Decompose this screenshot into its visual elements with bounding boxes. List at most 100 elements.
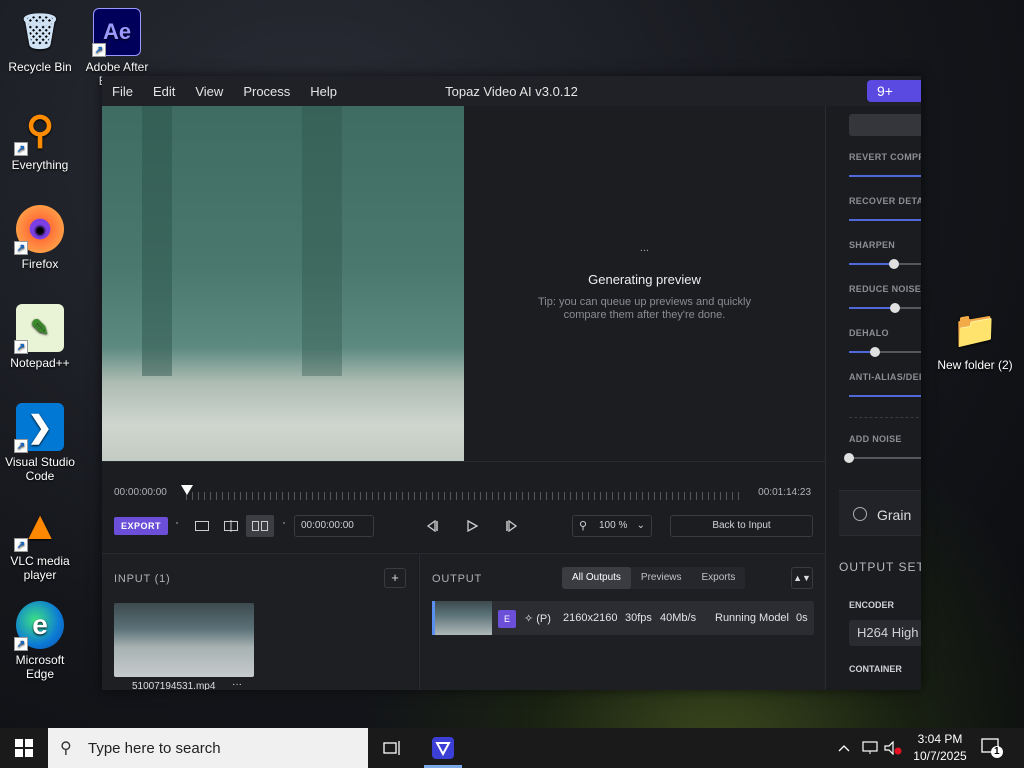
shortcut-arrow-icon: ↗ bbox=[14, 637, 28, 651]
firefox-icon: ● ↗ bbox=[14, 205, 64, 255]
add-noise-slider[interactable] bbox=[844, 453, 921, 463]
sort-button[interactable]: ▲▼ bbox=[791, 567, 813, 589]
input-preview-frame[interactable] bbox=[102, 106, 464, 461]
encoder-dropdown[interactable]: H264 High ( bbox=[849, 620, 921, 646]
input-video-thumbnail[interactable] bbox=[114, 603, 254, 677]
tab-exports[interactable]: Exports bbox=[692, 567, 746, 589]
tab-previews[interactable]: Previews bbox=[631, 567, 692, 589]
menu-view[interactable]: View bbox=[185, 84, 233, 99]
shortcut-arrow-icon: ↗ bbox=[14, 142, 28, 156]
menu-help[interactable]: Help bbox=[300, 84, 347, 99]
desktop-icon-label: Visual Studio Code bbox=[5, 455, 75, 483]
desktop-icon-edge[interactable]: e ↗ Microsoft Edge bbox=[0, 601, 80, 681]
notepadpp-icon: ✎ ↗ bbox=[14, 304, 64, 354]
playhead[interactable] bbox=[181, 485, 193, 495]
export-button[interactable]: EXPORT bbox=[114, 517, 168, 535]
add-input-button[interactable]: + bbox=[384, 568, 406, 588]
next-frame-button[interactable] bbox=[500, 516, 524, 536]
chevron-down-icon: ⌄ bbox=[636, 520, 645, 531]
previous-frame-icon bbox=[426, 520, 438, 532]
output-job-row[interactable]: E ✧ (P) 2160x2160 30fps 40Mb/s Running M… bbox=[432, 601, 814, 635]
action-center-button[interactable]: 1 bbox=[980, 736, 1004, 760]
separator bbox=[283, 522, 285, 524]
folder-icon: 📁 bbox=[952, 309, 998, 350]
single-view-button[interactable] bbox=[188, 515, 216, 537]
grain-radio[interactable] bbox=[853, 507, 867, 521]
edge-icon: e ↗ bbox=[14, 601, 64, 651]
system-clock[interactable]: 3:04 PM 10/7/2025 bbox=[908, 731, 972, 765]
play-button[interactable] bbox=[460, 516, 484, 536]
reduce-noise-slider-knob[interactable] bbox=[889, 303, 900, 313]
sharpen-slider-knob[interactable] bbox=[888, 259, 899, 269]
timeline-ticks[interactable] bbox=[186, 492, 741, 500]
zoom-dropdown[interactable]: ⚲ 100 % ⌄ bbox=[572, 515, 652, 537]
sharpen-slider-fill bbox=[849, 263, 894, 265]
next-frame-icon bbox=[506, 520, 518, 532]
menu-file[interactable]: File bbox=[102, 84, 143, 99]
clock-time: 3:04 PM bbox=[917, 732, 963, 746]
updates-button[interactable]: 9+ Upd bbox=[867, 80, 921, 121]
timecode-input[interactable]: 00:00:00:00 bbox=[294, 515, 374, 537]
back-to-input-button[interactable]: Back to Input bbox=[670, 515, 813, 537]
side-by-side-view-button[interactable] bbox=[246, 515, 274, 537]
job-status: Running Model bbox=[715, 612, 789, 624]
anti-alias-slider[interactable] bbox=[849, 395, 921, 397]
grain-option[interactable]: Grain bbox=[839, 490, 921, 536]
revert-compression-label: REVERT COMPR bbox=[849, 152, 921, 162]
show-hidden-icons-button[interactable] bbox=[838, 728, 856, 768]
enhancement-settings-panel: REVERT COMPR RECOVER DETA SHARPEN REDUCE… bbox=[825, 106, 921, 690]
separator bbox=[176, 522, 178, 524]
volume-button[interactable] bbox=[884, 728, 904, 768]
topaz-video-ai-window: Topaz Video AI v3.0.12 File Edit View Pr… bbox=[102, 76, 921, 690]
model-dropdown[interactable] bbox=[849, 114, 921, 136]
shortcut-arrow-icon: ↗ bbox=[14, 439, 28, 453]
desktop-icon-label: VLC media player bbox=[10, 554, 70, 582]
start-button[interactable] bbox=[0, 728, 48, 768]
windows-logo-icon bbox=[15, 739, 33, 757]
container-label: CONTAINER bbox=[849, 664, 902, 674]
dehalo-label: DEHALO bbox=[849, 328, 889, 338]
desktop-icon-new-folder[interactable]: 📁 New folder (2) bbox=[935, 306, 1015, 372]
topaz-icon bbox=[432, 737, 454, 759]
output-panel: OUTPUT All Outputs Previews Exports ▲▼ E… bbox=[419, 553, 825, 690]
desktop-icon-recycle-bin[interactable]: 🗑 Recycle Bin bbox=[0, 8, 80, 74]
input-file-name: 51007194531.mp4 bbox=[132, 681, 216, 690]
taskbar-search-box[interactable]: ⚲ Type here to search bbox=[48, 728, 368, 768]
desktop-icon-vlc[interactable]: ▲ ↗ VLC media player bbox=[0, 502, 80, 583]
search-icon: ⚲ bbox=[60, 740, 72, 757]
recover-details-label: RECOVER DETA bbox=[849, 196, 921, 206]
output-preview-pane[interactable]: ... Generating preview Tip: you can queu… bbox=[464, 106, 825, 461]
output-panel-title: OUTPUT bbox=[432, 573, 483, 585]
recover-details-slider[interactable] bbox=[849, 219, 921, 221]
shortcut-arrow-icon: ↗ bbox=[14, 538, 28, 552]
add-noise-slider-knob[interactable] bbox=[844, 453, 854, 463]
vscode-icon: ❯ ↗ bbox=[14, 403, 64, 453]
sharpen-slider[interactable] bbox=[849, 259, 921, 269]
grain-label: Grain bbox=[877, 507, 912, 523]
network-button[interactable] bbox=[862, 728, 880, 768]
more-options-button[interactable]: ··· bbox=[232, 679, 242, 690]
after-effects-icon: Ae ↗ bbox=[92, 8, 141, 57]
shortcut-arrow-icon: ↗ bbox=[92, 43, 106, 57]
split-view-button[interactable] bbox=[217, 515, 245, 537]
job-model: ✧ (P) bbox=[524, 613, 551, 625]
task-view-button[interactable] bbox=[370, 728, 414, 768]
timeline[interactable]: 00:00:00:00 00:01:14:23 bbox=[102, 461, 825, 505]
desktop-icon-firefox[interactable]: ● ↗ Firefox bbox=[0, 205, 80, 271]
input-panel: INPUT (1) + 51007194531.mp4 ··· bbox=[102, 553, 418, 690]
tab-all-outputs[interactable]: All Outputs bbox=[562, 567, 631, 589]
menu-process[interactable]: Process bbox=[233, 84, 300, 99]
previous-frame-button[interactable] bbox=[420, 516, 444, 536]
dehalo-slider-knob[interactable] bbox=[869, 347, 880, 357]
desktop-icon-vscode[interactable]: ❯ ↗ Visual Studio Code bbox=[0, 403, 80, 483]
desktop-icon-notepadpp[interactable]: ✎ ↗ Notepad++ bbox=[0, 304, 80, 370]
revert-compression-slider[interactable] bbox=[849, 175, 921, 177]
timeline-start-time: 00:00:00:00 bbox=[114, 487, 167, 498]
network-icon bbox=[862, 741, 878, 754]
desktop-icon-everything[interactable]: ⚲ ↗ Everything bbox=[0, 106, 80, 173]
task-view-icon bbox=[383, 741, 400, 755]
menu-edit[interactable]: Edit bbox=[143, 84, 185, 99]
reduce-noise-slider[interactable] bbox=[849, 303, 921, 313]
topaz-taskbar-button[interactable] bbox=[421, 728, 465, 768]
dehalo-slider[interactable] bbox=[849, 347, 921, 357]
